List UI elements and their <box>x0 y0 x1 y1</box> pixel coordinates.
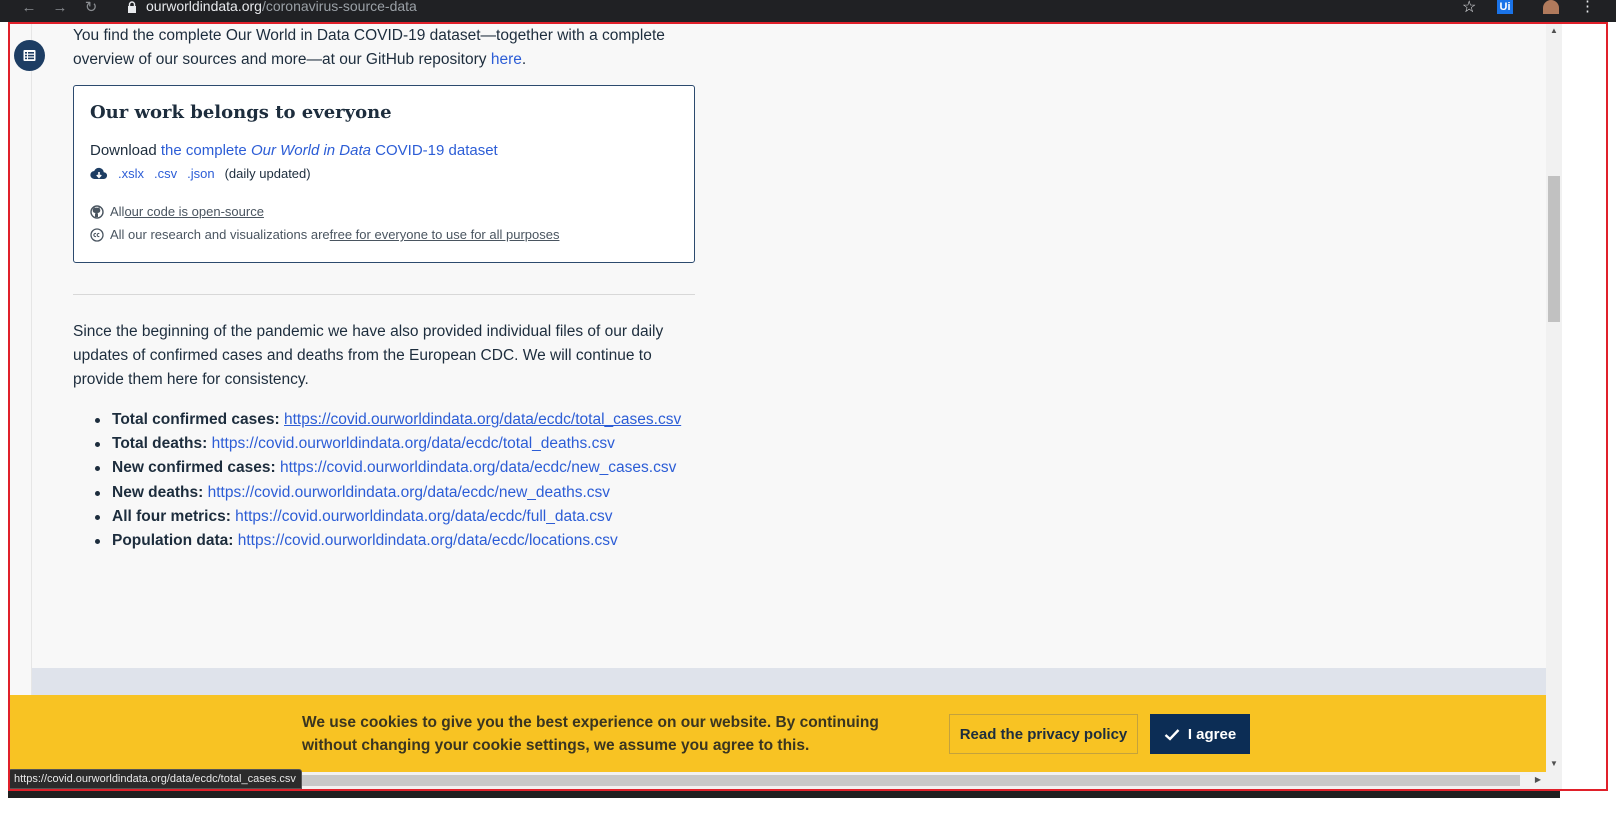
scroll-right-arrow-icon[interactable]: ▶ <box>1531 773 1545 787</box>
page-viewport: You find the complete Our World in Data … <box>10 24 1596 789</box>
cta-download-line: Download the complete Our World in Data … <box>90 142 498 159</box>
check-icon <box>1164 728 1180 741</box>
ecdc-file-list: Total confirmed cases: https://covid.our… <box>93 408 681 553</box>
list-item: Population data: https://covid.ourworldi… <box>93 529 681 553</box>
list-item: Total confirmed cases: https://covid.our… <box>93 408 681 432</box>
new-cases-link[interactable]: https://covid.ourworldindata.org/data/ec… <box>280 459 676 476</box>
creative-commons-icon <box>90 227 104 242</box>
profile-avatar[interactable] <box>1543 0 1559 14</box>
list-item: All four metrics: https://covid.ourworld… <box>93 505 681 529</box>
scroll-up-arrow-icon[interactable]: ▲ <box>1546 24 1562 38</box>
cta-title: Our work belongs to everyone <box>90 102 392 123</box>
code-prefix: All <box>110 204 125 219</box>
reload-icon[interactable]: ↻ <box>80 0 102 20</box>
new-deaths-link[interactable]: https://covid.ourworldindata.org/data/ec… <box>208 484 610 501</box>
agree-button[interactable]: I agree <box>1150 714 1250 754</box>
full-data-link[interactable]: https://covid.ourworldindata.org/data/ec… <box>235 508 612 525</box>
taskbar-strip <box>8 791 1560 798</box>
url-path: /coronavirus-source-data <box>261 0 417 14</box>
download-prefix: Download <box>90 142 161 159</box>
open-source-link[interactable]: our code is open-source <box>124 204 263 219</box>
scroll-down-arrow-icon[interactable]: ▼ <box>1546 757 1562 771</box>
toc-button[interactable] <box>14 40 45 71</box>
download-cta-box: Our work belongs to everyone Download th… <box>73 85 695 263</box>
back-arrow-icon[interactable]: ← <box>18 0 40 20</box>
browser-toolbar: ← → ↻ ourworldindata.org/coronavirus-sou… <box>0 0 1616 22</box>
privacy-policy-button[interactable]: Read the privacy policy <box>949 714 1138 754</box>
total-deaths-link[interactable]: https://covid.ourworldindata.org/data/ec… <box>212 435 615 452</box>
lock-icon <box>128 1 136 13</box>
section-divider <box>73 294 695 295</box>
extension-icon[interactable]: Ui <box>1497 0 1513 14</box>
cc-prefix: All our research and visualizations are <box>110 227 330 242</box>
free-use-link[interactable]: free for everyone to use for all purpose… <box>330 227 560 242</box>
total-cases-link[interactable]: https://covid.ourworldindata.org/data/ec… <box>284 411 681 428</box>
list-item: New confirmed cases: https://covid.ourwo… <box>93 456 681 480</box>
locations-link[interactable]: https://covid.ourworldindata.org/data/ec… <box>238 532 618 549</box>
dataset-link-text-b: COVID-19 dataset <box>371 142 498 159</box>
cookie-notice-text: We use cookies to give you the best expe… <box>302 714 879 754</box>
list-item-label: New confirmed cases: <box>112 459 276 477</box>
forward-arrow-icon[interactable]: → <box>49 0 71 20</box>
json-link[interactable]: .json <box>187 166 214 181</box>
list-item: New deaths: https://covid.ourworldindata… <box>93 481 681 505</box>
table-of-contents-icon <box>23 50 36 61</box>
url-host: ourworldindata.org <box>146 0 262 14</box>
dataset-link[interactable]: the complete Our World in Data COVID-19 … <box>161 142 498 159</box>
list-item-label: Population data: <box>112 532 234 550</box>
cc-license-line: All our research and visualizations are … <box>90 227 559 242</box>
vertical-scrollbar[interactable]: ▲ ▼ <box>1546 24 1562 789</box>
list-item-label: Total deaths: <box>112 435 208 453</box>
intro-end: . <box>521 51 527 68</box>
right-margin <box>1562 24 1596 789</box>
xlsx-link[interactable]: .xslx <box>118 166 144 181</box>
address-bar[interactable]: ourworldindata.org/coronavirus-source-da… <box>146 0 417 14</box>
list-item-label: Total confirmed cases: <box>112 411 280 428</box>
sidebar-strip <box>10 24 32 789</box>
github-repo-link[interactable]: here <box>491 51 522 68</box>
scrollbar-thumb[interactable] <box>1548 176 1560 322</box>
bookmark-star-icon[interactable]: ☆ <box>1462 0 1476 17</box>
intro-text: You find the complete Our World in Data … <box>73 27 665 68</box>
screen: ← → ↻ ourworldindata.org/coronavirus-sou… <box>0 0 1616 839</box>
format-links: .xslx .csv .json (daily updated) <box>90 166 311 181</box>
dataset-link-text-em: Our World in Data <box>250 142 371 159</box>
list-item-label: All four metrics: <box>112 507 231 525</box>
cloud-download-icon <box>90 167 108 179</box>
intro-paragraph: You find the complete Our World in Data … <box>73 24 713 72</box>
agree-label: I agree <box>1187 725 1237 743</box>
taskbar <box>0 791 1616 839</box>
status-bar-url: https://covid.ourworldindata.org/data/ec… <box>8 769 302 789</box>
list-item: Total deaths: https://covid.ourworldinda… <box>93 432 681 456</box>
list-item-label: New deaths: <box>112 483 204 501</box>
github-icon <box>90 204 104 219</box>
open-source-line: All our code is open-source <box>90 204 264 219</box>
csv-link[interactable]: .csv <box>154 166 177 181</box>
daily-updated-note: (daily updated) <box>224 166 311 181</box>
browser-menu-icon[interactable]: ⋮ <box>1580 0 1595 15</box>
ecdc-paragraph: Since the beginning of the pandemic we h… <box>73 323 664 388</box>
dataset-link-text-a: the complete <box>160 142 251 159</box>
